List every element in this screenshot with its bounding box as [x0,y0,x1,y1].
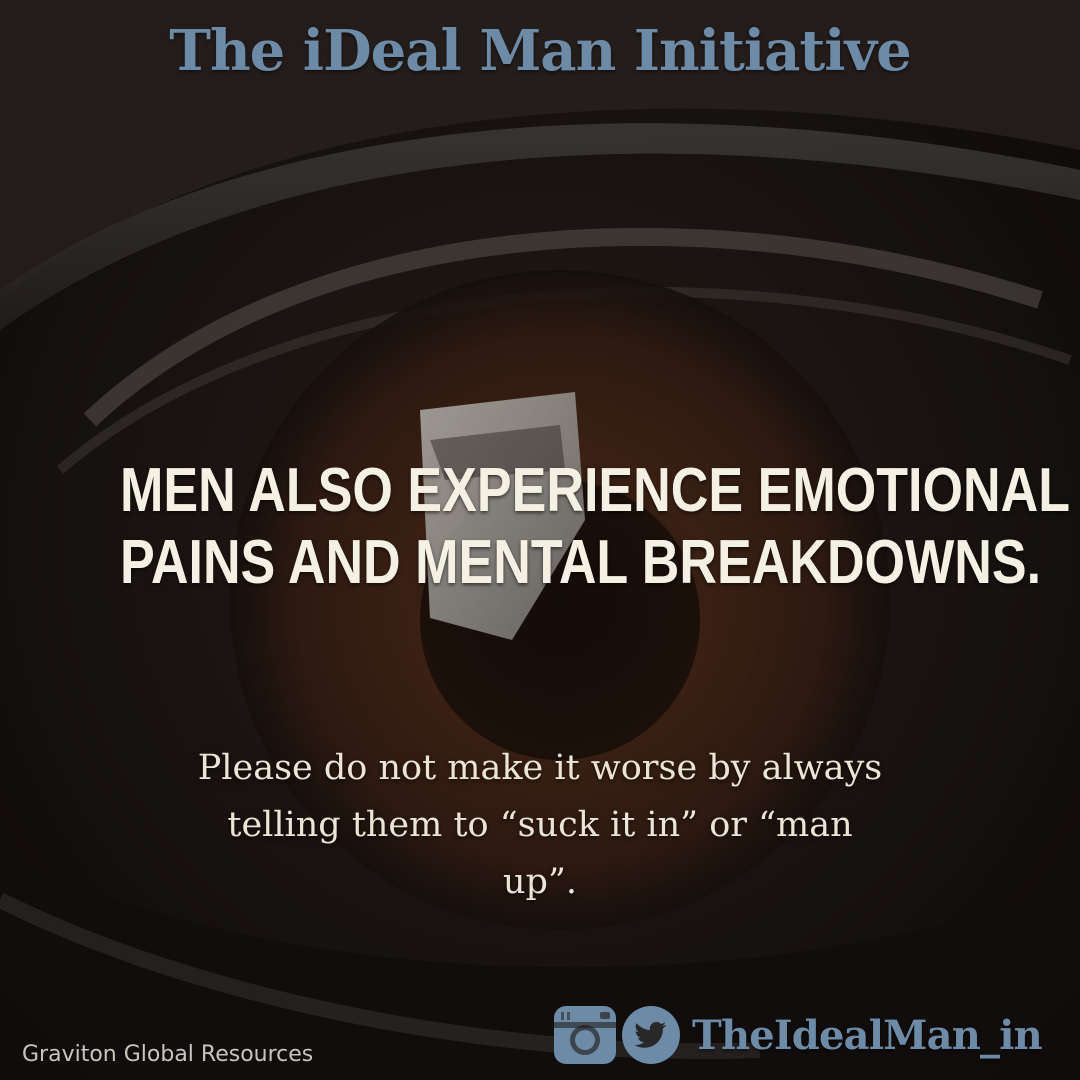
social-handle: TheIdealMan_in [692,1011,1043,1059]
body-line-1: Please do not make it worse by always [197,748,883,788]
poster: The iDeal Man Initiative MEN ALSO EXPERI… [0,0,1080,1080]
page-title: The iDeal Man Initiative [169,18,911,84]
headline-line-1: MEN ALSO EXPERIENCE EMOTIONAL [120,456,1071,525]
headline-line-2: PAINS AND MENTAL BREAKDOWNS. [120,528,1042,597]
body-line-3: up”. [503,862,577,902]
credit-text: Graviton Global Resources [22,1042,314,1067]
instagram-icon [554,1006,616,1064]
twitter-icon [622,1006,680,1064]
body-message: Please do not make it worse by always te… [150,740,930,911]
social-handle-group: TheIdealMan_in [552,1000,1043,1070]
headline: MEN ALSO EXPERIENCE EMOTIONAL PAINS AND … [120,455,1071,599]
body-line-2: telling them to “suck it in” or “man [227,805,853,845]
